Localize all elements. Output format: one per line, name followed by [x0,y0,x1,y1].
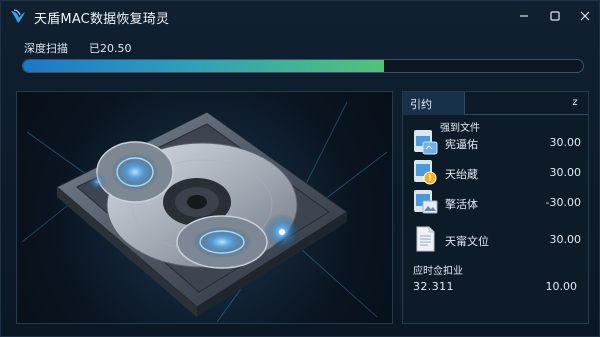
title-bar: 天盾MAC数据恢复琦灵 [1,1,600,31]
scan-elapsed-time: 已20.50 [89,42,132,55]
file-value: 30.00 [549,136,582,149]
list-item[interactable]: 擎活体 -30.00 [411,188,583,216]
results-panel: 引约 z 强到文件 宪逼佑 30.00 天绐蔵 30.00 擎活体 -30.00… [402,91,589,324]
image-file-icon [411,128,439,156]
file-value: 30.00 [549,233,582,246]
file-name: 天甯文位 [445,235,489,248]
tab-results[interactable]: 引约 [403,92,465,115]
scan-mode-label: 深度扫描 [24,42,68,55]
file-value: 30.00 [549,166,582,179]
list-item[interactable]: 天甯文位 30.00 [411,225,583,253]
preview-panel [16,91,393,324]
document-file-icon [411,225,439,253]
close-icon[interactable] [576,7,594,25]
tab-divider [465,114,589,115]
summary-value: 10.00 [545,280,578,293]
photo-file-icon [411,188,439,216]
file-name: 宪逼佑 [445,138,478,151]
list-item[interactable]: 宪逼佑 30.00 [411,128,583,156]
list-item[interactable]: 天绐蔵 30.00 [411,158,583,186]
summary-total: 32.311 [413,280,454,293]
app-title: 天盾MAC数据恢复琦灵 [34,12,170,27]
maximize-icon[interactable] [546,7,564,25]
summary-label: 应时佥扣业 [413,266,463,277]
sort-icon[interactable]: z [569,97,581,109]
scan-progress-bar [22,59,584,73]
scan-progress-fill [23,60,385,72]
bird-logo-icon [9,7,27,25]
minimize-icon[interactable] [515,7,533,25]
file-name: 擎活体 [445,198,478,211]
warning-file-icon [411,158,439,186]
hard-drive-illustration [21,101,388,323]
app-window: 天盾MAC数据恢复琦灵 深度扫描 已20.50 引约 z 强到文件 宪逼佑 30… [0,0,600,337]
file-value: -30.00 [545,196,581,209]
file-name: 天绐蔵 [445,168,478,181]
